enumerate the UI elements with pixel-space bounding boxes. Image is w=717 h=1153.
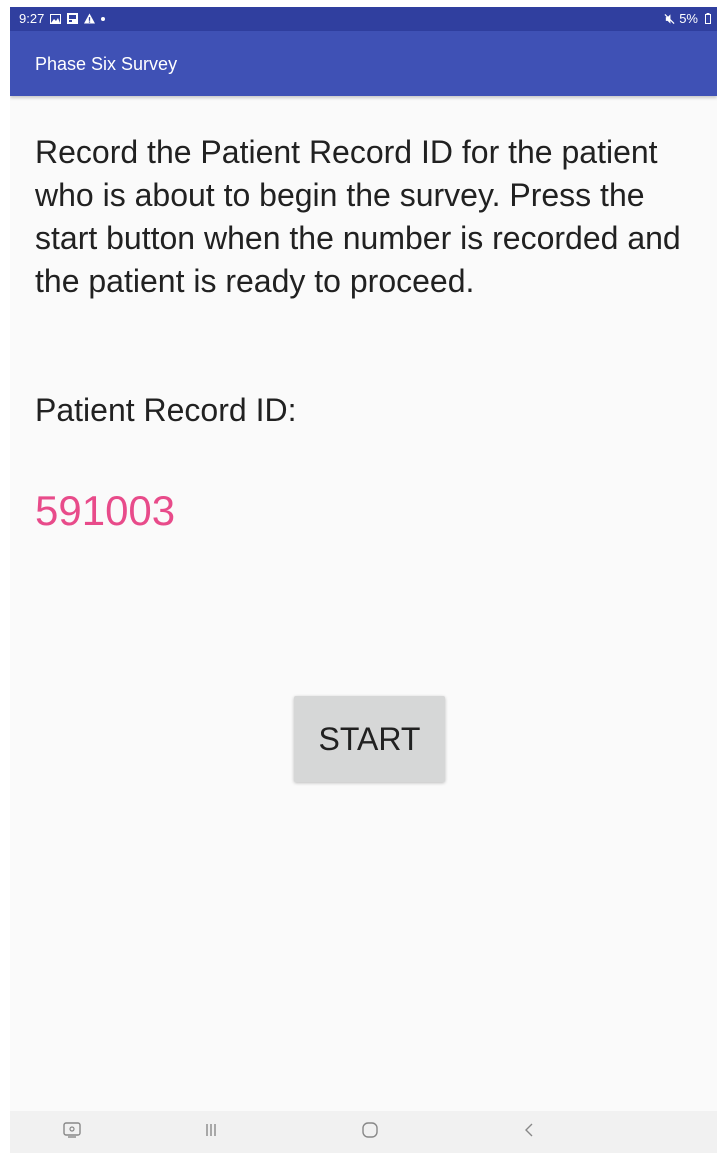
alert-icon [84,13,96,24]
recent-apps-icon [204,1123,218,1142]
mute-icon [664,13,675,24]
status-time: 9:27 [19,11,45,26]
instructions-text: Record the Patient Record ID for the pat… [35,134,681,299]
patient-record-id-value: 591003 [35,487,176,534]
battery-level: 5% [679,11,698,26]
screenshot-icon [63,1121,81,1143]
home-icon [361,1121,379,1144]
screenshot-button[interactable] [46,1111,98,1153]
more-notifications-icon [101,16,106,21]
app-bar: Phase Six Survey [10,31,717,96]
app-title: Phase Six Survey [35,54,178,74]
back-button[interactable] [503,1111,555,1153]
recent-apps-button[interactable] [185,1111,237,1153]
app-screen: 9:27 5% Phase Six Survey Record the Pati [10,7,717,1153]
gallery-icon [50,13,62,24]
patient-record-id-label: Patient Record ID: [35,392,297,428]
home-button[interactable] [344,1111,396,1153]
back-icon [524,1122,534,1143]
navigation-bar [10,1111,717,1153]
start-button[interactable]: START [294,696,445,782]
image-icon [67,13,79,24]
status-bar: 9:27 5% [10,7,717,31]
battery-icon [702,13,713,24]
